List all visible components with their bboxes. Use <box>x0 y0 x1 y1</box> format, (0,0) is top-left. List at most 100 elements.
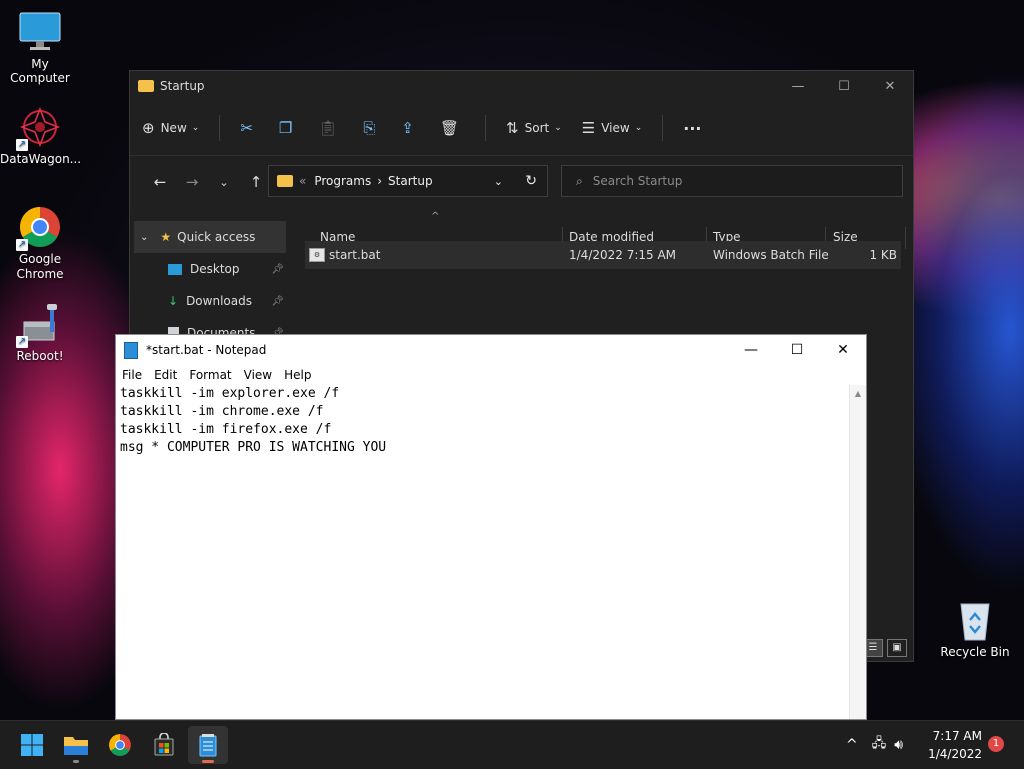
store-bag-icon <box>154 733 174 756</box>
menu-format[interactable]: Format <box>189 368 231 382</box>
address-bar[interactable]: « Programs › Startup ⌄ ↻ <box>268 165 548 197</box>
chevron-down-icon: ⌄ <box>191 123 200 133</box>
more-options-button[interactable]: ··· <box>683 119 701 138</box>
taskbar-microsoft-store[interactable] <box>144 726 184 764</box>
rename-button[interactable]: ⎘ <box>363 119 381 137</box>
taskbar-notepad[interactable] <box>188 726 228 764</box>
toolbar-divider <box>662 115 664 141</box>
recycle-bin-icon <box>953 598 997 642</box>
start-button[interactable] <box>12 726 52 764</box>
plus-circle-icon: ⊕ <box>142 119 155 137</box>
view-button[interactable]: ☰ View ⌄ <box>582 119 642 137</box>
folder-icon <box>138 80 154 92</box>
desktop-folder-icon <box>168 263 182 275</box>
volume-icon[interactable]: 🔊︎ <box>894 737 903 753</box>
sidebar-item-downloads[interactable]: ↓ Downloads 📌︎ <box>130 285 290 317</box>
network-icon[interactable]: 🖧︎ <box>872 734 887 756</box>
share-icon: ⇪ <box>401 119 414 137</box>
paste-button[interactable]: 📋︎ <box>318 119 343 137</box>
breadcrumb-startup[interactable]: Startup <box>388 174 433 188</box>
desktop-icon-label: Recycle Bin <box>940 645 1010 659</box>
pin-icon[interactable]: 📌︎ <box>271 264 284 275</box>
desktop-icon-datawagon[interactable]: ↗ DataWagon... <box>0 105 82 166</box>
notepad-icon <box>124 341 138 359</box>
file-date-modified: 1/4/2022 7:15 AM <box>569 248 677 262</box>
close-icon[interactable]: ✕ <box>820 335 866 365</box>
back-arrow-icon[interactable]: ← <box>144 173 176 191</box>
explorer-toolbar: ⊕ New ⌄ ✂ ❐ 📋︎ ⎘ ⇪ 🗑︎ ⇅ Sort ⌄ ☰ View ⌄ … <box>130 101 913 156</box>
toolbar-divider <box>485 115 487 141</box>
maximize-icon[interactable]: ☐ <box>774 335 820 365</box>
taskbar-google-chrome[interactable] <box>100 726 140 764</box>
desktop-icon-my-computer[interactable]: My Computer <box>0 10 80 85</box>
shortcut-arrow-icon: ↗ <box>16 336 28 348</box>
toolbar-divider <box>219 115 221 141</box>
search-input[interactable]: ⌕ Search Startup <box>561 165 903 197</box>
address-dropdown-chevron-icon[interactable]: ⌄ <box>494 175 503 188</box>
address-overflow-icon[interactable]: « <box>299 174 306 188</box>
minimize-icon[interactable]: — <box>728 335 774 365</box>
menu-help[interactable]: Help <box>284 368 311 382</box>
desktop-icon-label: My Computer <box>10 57 70 85</box>
recent-locations-chevron-icon[interactable]: ⌄ <box>208 176 240 189</box>
clock-date: 1/4/2022 <box>928 747 982 761</box>
menu-edit[interactable]: Edit <box>154 368 177 382</box>
windows-logo-icon <box>21 734 43 756</box>
notepad-window[interactable]: *start.bat - Notepad — ☐ ✕ File Edit For… <box>115 334 867 720</box>
maximize-icon[interactable]: ☐ <box>821 71 867 101</box>
chevron-down-icon: ⌄ <box>554 123 562 133</box>
chrome-icon <box>109 734 131 756</box>
datawagon-logo-icon: ↗ <box>16 105 62 151</box>
desktop-icon-reboot[interactable]: ↗ Reboot! <box>0 302 80 363</box>
desktop-icon-label: Reboot! <box>16 349 64 363</box>
breadcrumb-programs[interactable]: Programs <box>314 174 371 188</box>
copy-icon: ❐ <box>278 119 293 137</box>
copy-button[interactable]: ❐ <box>279 119 298 137</box>
trash-icon: 🗑︎ <box>439 119 460 137</box>
refresh-icon[interactable]: ↻ <box>525 173 537 189</box>
desktop-icon-google-chrome[interactable]: ↗ Google Chrome <box>0 205 80 282</box>
menu-file[interactable]: File <box>122 368 142 382</box>
menu-view[interactable]: View <box>244 368 272 382</box>
sort-ascending-icon: ^ <box>431 211 440 222</box>
active-indicator <box>202 760 214 763</box>
minimize-icon[interactable]: — <box>775 71 821 101</box>
more-options-icon: ··· <box>683 118 702 138</box>
notepad-icon <box>199 734 217 757</box>
share-button[interactable]: ⇪ <box>401 119 420 137</box>
notification-badge[interactable]: 1 <box>988 736 1004 752</box>
large-icons-view-icon[interactable]: ▣ <box>887 639 907 657</box>
desktop-icon-label: Google Chrome <box>16 252 64 281</box>
taskbar-file-explorer[interactable] <box>56 726 96 764</box>
sidebar-item-quick-access[interactable]: ⌄ ★ Quick access <box>134 221 286 253</box>
cut-button[interactable]: ✂ <box>240 119 259 137</box>
file-name: start.bat <box>329 248 381 262</box>
batch-file-icon: ⚙ <box>309 248 325 262</box>
monitor-icon <box>18 10 62 54</box>
shortcut-arrow-icon: ↗ <box>16 239 28 251</box>
sort-button[interactable]: ⇅ Sort ⌄ <box>506 119 562 137</box>
shortcut-arrow-icon: ↗ <box>16 139 28 151</box>
pin-icon[interactable]: 📌︎ <box>271 296 284 307</box>
star-icon: ★ <box>160 230 172 244</box>
toolbox-icon: ↗ <box>16 302 62 348</box>
forward-arrow-icon[interactable]: → <box>176 173 208 191</box>
breadcrumb-separator-icon: › <box>377 174 383 188</box>
notepad-text-area[interactable]: taskkill -im explorer.exe /f taskkill -i… <box>120 385 848 719</box>
delete-button[interactable]: 🗑︎ <box>440 119 465 137</box>
scroll-up-arrow-icon[interactable]: ▲ <box>850 389 866 398</box>
show-hidden-icons-chevron-icon[interactable]: ^ <box>846 737 858 753</box>
file-type: Windows Batch File <box>713 248 829 262</box>
sidebar-item-desktop[interactable]: Desktop 📌︎ <box>130 253 290 285</box>
chevron-down-icon: ⌄ <box>140 231 149 243</box>
file-row-start-bat[interactable]: ⚙ start.bat 1/4/2022 7:15 AM Windows Bat… <box>305 241 901 269</box>
new-button[interactable]: ⊕ New ⌄ <box>142 119 199 137</box>
vertical-scrollbar[interactable]: ▲ <box>849 385 866 719</box>
folder-icon <box>277 175 293 187</box>
desktop-icon-label: DataWagon... <box>0 152 82 166</box>
scissors-icon: ✂ <box>240 119 253 137</box>
sort-icon: ⇅ <box>506 119 519 137</box>
close-icon[interactable]: ✕ <box>867 71 913 101</box>
desktop-icon-recycle-bin[interactable]: Recycle Bin <box>935 598 1015 659</box>
system-clock[interactable]: 7:17 AM 1/4/2022 <box>928 727 982 763</box>
